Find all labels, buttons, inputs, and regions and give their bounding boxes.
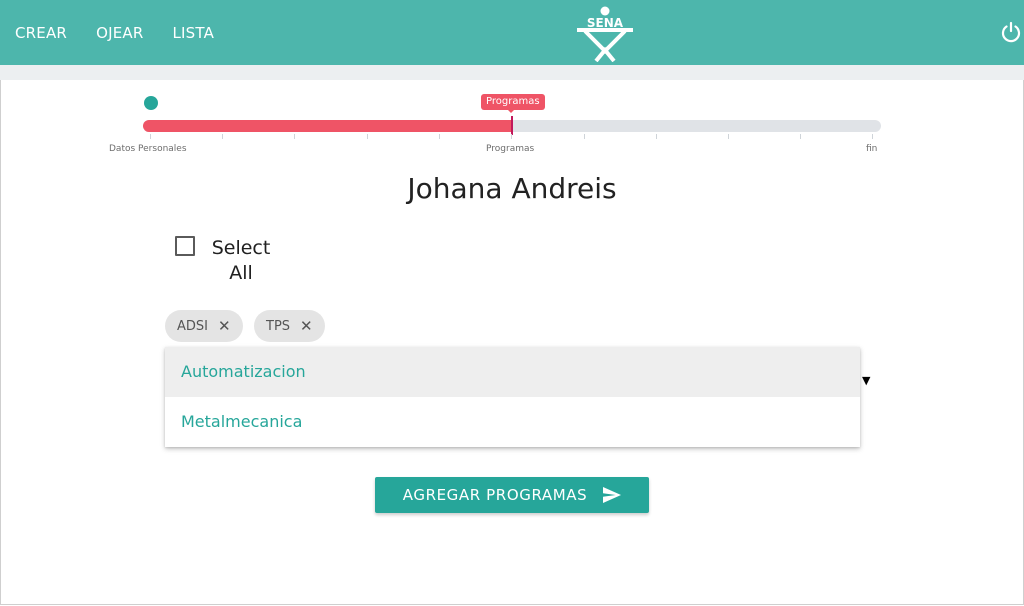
step-label-middle: Programas [486,144,535,154]
chip-label: TPS [266,318,291,334]
nav-links: CREAR OJEAR LISTA [15,0,243,65]
tick-mark [872,134,873,139]
close-icon[interactable]: ✕ [300,317,313,335]
page-frame [0,0,1024,605]
progress-thumb[interactable] [511,116,513,135]
select-all-checkbox[interactable] [175,236,195,256]
dropdown-option[interactable]: Automatizacion [165,347,860,397]
step-label-start: Datos Personales [109,144,187,154]
sena-logo: SENA [577,6,633,62]
close-icon[interactable]: ✕ [218,317,231,335]
chip-tps: TPS ✕ [254,310,325,342]
step-start-dot[interactable] [144,96,158,110]
slider-tooltip: Programas [481,94,545,113]
tick-mark [367,134,368,139]
add-programs-label: AGREGAR PROGRAMAS [402,486,588,504]
nav-ojear[interactable]: OJEAR [96,24,143,42]
tick-mark [294,134,295,139]
tick-mark [656,134,657,139]
send-icon [603,487,622,503]
program-dropdown-menu: Automatizacion Metalmecanica [165,347,860,447]
tick-mark [800,134,801,139]
dropdown-caret-icon[interactable]: ▼ [862,374,870,387]
select-all-label[interactable]: Select All [206,236,276,286]
step-label-end: fin [866,144,878,154]
logo-text: SENA [587,16,624,30]
tick-mark [511,134,512,139]
tick-mark [584,134,585,139]
tick-mark [150,134,151,139]
chip-label: ADSI [177,318,208,334]
nav-lista[interactable]: LISTA [172,24,214,42]
chip-adsi: ADSI ✕ [165,310,243,342]
navbar-shadow-bar [0,65,1024,80]
page-title: Johana Andreis [407,172,617,205]
tick-mark [439,134,440,139]
dropdown-option[interactable]: Metalmecanica [165,397,860,447]
nav-crear[interactable]: CREAR [15,24,67,42]
tick-mark [222,134,223,139]
progress-fill [143,120,512,132]
add-programs-button[interactable]: AGREGAR PROGRAMAS [375,477,649,513]
top-navbar: CREAR OJEAR LISTA SENA [0,0,1024,65]
tick-mark [728,134,729,139]
power-icon[interactable] [1000,21,1022,43]
